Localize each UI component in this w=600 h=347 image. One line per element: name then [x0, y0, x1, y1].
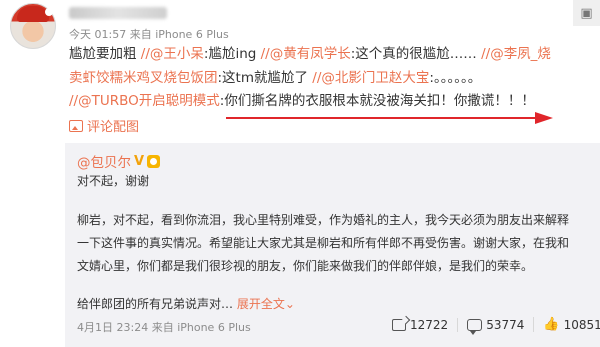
- comment-count-button[interactable]: 53774: [457, 317, 533, 335]
- repost-separator: //: [481, 46, 491, 62]
- like-count: 108511: [563, 317, 600, 332]
- original-post: 今天 01:57 来自 iPhone 6 Plus ▣ 尴尬要加粗 //@王小呆…: [0, 0, 600, 143]
- repost-source: 来自 iPhone 6 Plus: [151, 321, 251, 334]
- repost-stats: 12722 53774 👍108511: [383, 317, 600, 335]
- post-text-segment: 尴尬要加粗: [69, 46, 141, 62]
- post-text-line: 卖虾饺糯米鸡叉烧包饭团:这tm就尴尬了 //@北影门卫赵大宝:。。。。。。: [69, 67, 594, 91]
- repost-last-text: 给伴郎团的所有兄弟说声对: [77, 297, 222, 311]
- reposted-weibo[interactable]: @包贝尔 V 对不起，谢谢 柳岩，对不起，看到你流泪，我心里特别难受，作为婚礼的…: [65, 143, 600, 347]
- repost-count: 12722: [410, 317, 449, 332]
- image-icon[interactable]: ▣: [573, 0, 600, 26]
- avatar[interactable]: [10, 3, 56, 49]
- repost-last-line: 给伴郎团的所有兄弟说声对… 展开全文⌄: [77, 295, 295, 312]
- username-blurred[interactable]: [69, 7, 167, 19]
- post-meta: 今天 01:57 来自 iPhone 6 Plus: [69, 26, 229, 42]
- comment-image-label: 评论配图: [87, 120, 140, 135]
- repost-icon: [392, 318, 406, 331]
- repost-separator: //: [69, 93, 79, 109]
- post-text-segment: :这个真的很尴尬……: [350, 46, 482, 62]
- repost-count-button[interactable]: 12722: [383, 318, 457, 332]
- ellipsis: …: [221, 297, 234, 311]
- comment-icon: [467, 318, 483, 335]
- repost-paragraph-line: 柳岩，对不起，看到你流泪，我心里特别难受，作为婚礼的主人，我今天必须为朋友出来解…: [77, 213, 570, 227]
- like-count-button[interactable]: 👍108511: [533, 317, 600, 332]
- post-text-segment: :你们撕名牌的衣服根本就没被海关扣！你撒谎！！！: [219, 93, 535, 109]
- comment-image-link[interactable]: 评论配图: [69, 116, 139, 135]
- mention-link[interactable]: @李夙_烧: [490, 46, 551, 62]
- red-arrow-annotation: [535, 112, 553, 124]
- repost-date[interactable]: 4月1日 23:24: [77, 321, 148, 334]
- expand-full-text-link[interactable]: 展开全文⌄: [237, 297, 295, 311]
- picture-icon: [69, 119, 83, 132]
- mention-link[interactable]: @北影门卫赵大宝: [321, 70, 429, 86]
- post-text: 尴尬要加粗 //@王小呆:尴尬ing //@黄有凤学长:这个真的很尴尬…… //…: [69, 43, 594, 114]
- repost-separator: //: [260, 46, 270, 62]
- like-icon: 👍: [543, 317, 560, 332]
- post-text-segment: :尴尬ing: [203, 46, 261, 62]
- mention-link[interactable]: @王小呆: [150, 46, 204, 62]
- post-text-segment: :这tm就尴尬了: [217, 69, 313, 86]
- post-text-segment: :。。。。。。: [429, 69, 482, 86]
- comment-count: 53774: [486, 317, 525, 332]
- post-timestamp[interactable]: 今天 01:57: [69, 28, 126, 41]
- post-text-line: //@TURBO开启聪明模式:你们撕名牌的衣服根本就没被海关扣！你撒谎！！！: [69, 90, 594, 114]
- mention-link[interactable]: 卖虾饺糯米鸡叉烧包饭团: [69, 70, 218, 86]
- repost-header: @包贝尔 V: [77, 151, 161, 171]
- verified-badge-icon: V: [134, 153, 145, 169]
- repost-author[interactable]: @包贝尔: [77, 151, 131, 171]
- repost-paragraph-line: 文婧心里，你们都是我们很珍视的朋友，你们能来做我们的伴郎伴娘，是我们的荣幸。: [77, 259, 534, 273]
- member-badge-icon: [147, 154, 161, 168]
- post-source: 来自 iPhone 6 Plus: [129, 28, 229, 41]
- repost-line-1: 对不起，谢谢: [77, 174, 150, 188]
- expand-full-text-label: 展开全文: [236, 297, 285, 311]
- repost-separator: //: [140, 46, 150, 62]
- repost-meta: 4月1日 23:24 来自 iPhone 6 Plus: [77, 319, 251, 335]
- mention-link[interactable]: @TURBO开启聪明模式: [78, 93, 220, 109]
- red-underline-annotation: [226, 117, 538, 119]
- chevron-down-icon: ⌄: [284, 297, 295, 311]
- mention-link[interactable]: @黄有凤学长: [270, 46, 351, 62]
- repost-paragraph-line: 一下这件事的真实情况。希望能让大家尤其是柳岩和所有伴郎不再受伤害。谢谢大家，在我…: [77, 236, 570, 250]
- post-text-line: 尴尬要加粗 //@王小呆:尴尬ing //@黄有凤学长:这个真的很尴尬…… //…: [69, 43, 594, 67]
